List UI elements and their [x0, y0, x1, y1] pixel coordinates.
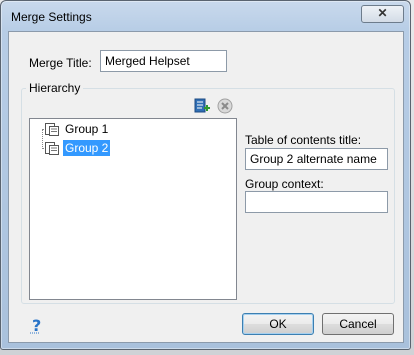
merge-settings-dialog: Merge Settings ✕ Merge Title: Merged Hel…: [0, 0, 411, 350]
toc-title-input[interactable]: Group 2 alternate name: [245, 148, 388, 170]
close-icon: ✕: [377, 6, 388, 20]
tree-item-group-1[interactable]: Group 1: [36, 120, 110, 138]
hierarchy-label: Hierarchy: [26, 81, 84, 95]
cancel-button[interactable]: Cancel: [322, 313, 394, 335]
ok-button[interactable]: OK: [242, 313, 314, 335]
dialog-client-area: Merge Title: Merged Helpset Hierarchy Gr…: [8, 31, 404, 343]
help-icon[interactable]: ?: [29, 316, 45, 335]
title-bar[interactable]: Merge Settings ✕: [1, 1, 410, 31]
add-group-icon[interactable]: [193, 97, 211, 115]
tree-item-label: Group 2: [63, 140, 111, 156]
group-context-input[interactable]: [245, 191, 388, 213]
svg-text:?: ?: [32, 316, 41, 334]
tree-item-label: Group 1: [65, 122, 109, 136]
group-context-label: Group context:: [245, 177, 324, 191]
dialog-title: Merge Settings: [11, 10, 92, 24]
merge-title-input[interactable]: Merged Helpset: [100, 50, 227, 72]
close-button[interactable]: ✕: [361, 5, 404, 23]
group-node-icon: [45, 142, 59, 155]
merge-title-label: Merge Title:: [29, 56, 92, 70]
hierarchy-tree[interactable]: Group 1 Group 2: [29, 118, 237, 300]
group-node-icon: [45, 123, 59, 136]
tree-item-group-2[interactable]: Group 2: [36, 139, 111, 157]
toc-title-label: Table of contents title:: [245, 133, 362, 147]
remove-icon[interactable]: [216, 97, 234, 115]
